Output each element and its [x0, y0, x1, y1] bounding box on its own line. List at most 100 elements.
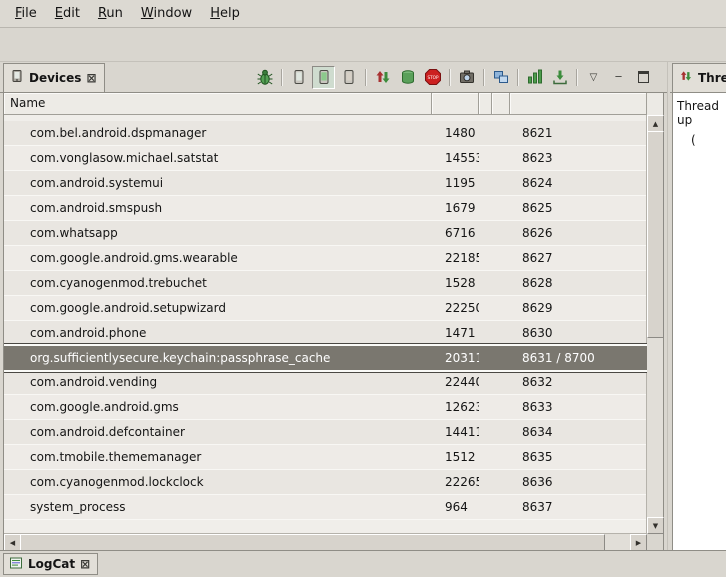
close-icon[interactable] — [86, 73, 96, 83]
vertical-scroll-thumb[interactable] — [647, 131, 664, 338]
process-pid: 14553 — [432, 151, 479, 165]
table-row[interactable]: org.sufficientlysecure.keychain:passphra… — [4, 346, 647, 370]
process-name: com.android.vending — [4, 375, 432, 389]
scroll-up-button[interactable] — [647, 115, 664, 132]
device-table-header: Name — [4, 93, 647, 115]
process-port: 8631 / 8700 — [510, 351, 647, 365]
vertical-scrollbar[interactable] — [646, 115, 663, 534]
menu-edit[interactable]: Edit — [46, 2, 89, 25]
table-row[interactable]: com.bel.android.dspmanager14808621 — [4, 121, 647, 146]
devices-toolbar: STOP — [253, 65, 655, 89]
scroll-down-button[interactable] — [647, 517, 664, 534]
table-row[interactable]: com.android.defcontainer144118634 — [4, 420, 647, 445]
process-name: com.cyanogenmod.lockclock — [4, 475, 432, 489]
tab-devices[interactable]: Devices — [3, 63, 105, 93]
minimize-icon[interactable] — [607, 66, 630, 89]
process-pid: 22250 — [432, 301, 479, 315]
process-pid: 1195 — [432, 176, 479, 190]
process-port: 8634 — [510, 425, 647, 439]
column-header-port[interactable] — [510, 93, 647, 115]
table-row[interactable]: com.android.systemui11958624 — [4, 171, 647, 196]
hierarchy-view-icon[interactable] — [489, 66, 512, 89]
table-row[interactable]: com.tmobile.thememanager15128635 — [4, 445, 647, 470]
table-row[interactable]: com.google.android.gms126238633 — [4, 395, 647, 420]
toolbar-separator — [365, 69, 366, 86]
process-port: 8636 — [510, 475, 647, 489]
update-threads-icon[interactable] — [371, 66, 394, 89]
process-name: system_process — [4, 500, 432, 514]
process-port: 8633 — [510, 400, 647, 414]
debug-icon[interactable] — [253, 66, 276, 89]
table-row[interactable]: com.android.smspush16798625 — [4, 196, 647, 221]
process-name: com.android.phone — [4, 326, 432, 340]
toolbar-separator — [281, 69, 282, 86]
process-name: com.cyanogenmod.trebuchet — [4, 276, 432, 290]
table-row[interactable]: system_process9648637 — [4, 495, 647, 520]
stop-icon[interactable]: STOP — [421, 66, 444, 89]
device-icon[interactable] — [287, 66, 310, 89]
process-pid: 22265 — [432, 475, 479, 489]
process-port: 8621 — [510, 126, 647, 140]
process-port: 8632 — [510, 375, 647, 389]
toolbar-strip — [0, 28, 726, 62]
export-icon[interactable] — [548, 66, 571, 89]
menu-help[interactable]: Help — [201, 2, 249, 25]
table-row[interactable]: com.android.vending224408632 — [4, 370, 647, 395]
scroll-left-button[interactable] — [4, 534, 21, 551]
toolbar-separator — [517, 69, 518, 86]
table-row[interactable]: com.cyanogenmod.trebuchet15288628 — [4, 271, 647, 296]
tab-threads[interactable]: Threads — [672, 63, 726, 93]
process-pid: 12623 — [432, 400, 479, 414]
horizontal-scrollbar[interactable] — [4, 533, 647, 550]
process-name: com.google.android.gms.wearable — [4, 251, 432, 265]
update-heap-icon[interactable] — [396, 66, 419, 89]
view-menu-icon[interactable] — [582, 66, 605, 89]
table-row[interactable]: com.whatsapp67168626 — [4, 221, 647, 246]
table-row[interactable]: com.android.phone14718630 — [4, 321, 647, 346]
process-pid: 1679 — [432, 201, 479, 215]
main-area: Devices STOP Name com.bel.android.dspman… — [0, 62, 726, 551]
device-offline-icon[interactable] — [337, 66, 360, 89]
column-header-name[interactable]: Name — [4, 93, 432, 115]
process-name: com.android.defcontainer — [4, 425, 432, 439]
ddms-window: FileEditRunWindowHelp Devices STOP Name — [0, 0, 726, 577]
logcat-tab-label: LogCat — [28, 557, 75, 571]
process-pid: 20311 — [432, 351, 479, 365]
table-row[interactable]: com.google.android.gms.wearable221858627 — [4, 246, 647, 271]
horizontal-scroll-thumb[interactable] — [20, 534, 605, 551]
threads-tabstrip: Threads — [670, 62, 726, 93]
process-port: 8623 — [510, 151, 647, 165]
process-port: 8635 — [510, 450, 647, 464]
devices-tab-icon — [10, 69, 24, 86]
sysinfo-icon[interactable] — [523, 66, 546, 89]
process-pid: 1512 — [432, 450, 479, 464]
process-pid: 1480 — [432, 126, 479, 140]
table-row[interactable]: com.cyanogenmod.lockclock22265 8636 — [4, 470, 647, 495]
menu-window[interactable]: Window — [132, 2, 201, 25]
column-header-c3[interactable] — [479, 93, 492, 115]
device-table: Name com.bel.android.dspmanager14808621c… — [3, 92, 664, 551]
table-row[interactable]: com.google.android.setupwizard222508629 — [4, 296, 647, 321]
process-name: com.whatsapp — [4, 226, 432, 240]
device-active-icon[interactable] — [312, 66, 335, 89]
maximize-icon[interactable] — [632, 66, 655, 89]
scroll-right-button[interactable] — [630, 534, 647, 551]
process-pid: 1471 — [432, 326, 479, 340]
table-row[interactable]: com.vonglasow.michael.satstat145538623 — [4, 146, 647, 171]
threads-message-line2: ( — [677, 133, 722, 147]
process-pid: 964 — [432, 500, 479, 514]
device-table-rows: com.bel.android.dspmanager14808621com.vo… — [4, 115, 647, 534]
column-header-c4[interactable] — [492, 93, 510, 115]
screenshot-icon[interactable] — [455, 66, 478, 89]
scrollbar-corner — [647, 534, 663, 550]
menu-file[interactable]: File — [6, 2, 46, 25]
column-header-pid[interactable] — [432, 93, 479, 115]
close-icon[interactable] — [80, 559, 90, 569]
menu-run[interactable]: Run — [89, 2, 132, 25]
tab-logcat[interactable]: LogCat — [3, 553, 98, 575]
toolbar-separator — [483, 69, 484, 86]
process-name: com.android.smspush — [4, 201, 432, 215]
process-port: 8626 — [510, 226, 647, 240]
process-name: org.sufficientlysecure.keychain:passphra… — [4, 351, 432, 365]
process-pid: 22185 — [432, 251, 479, 265]
